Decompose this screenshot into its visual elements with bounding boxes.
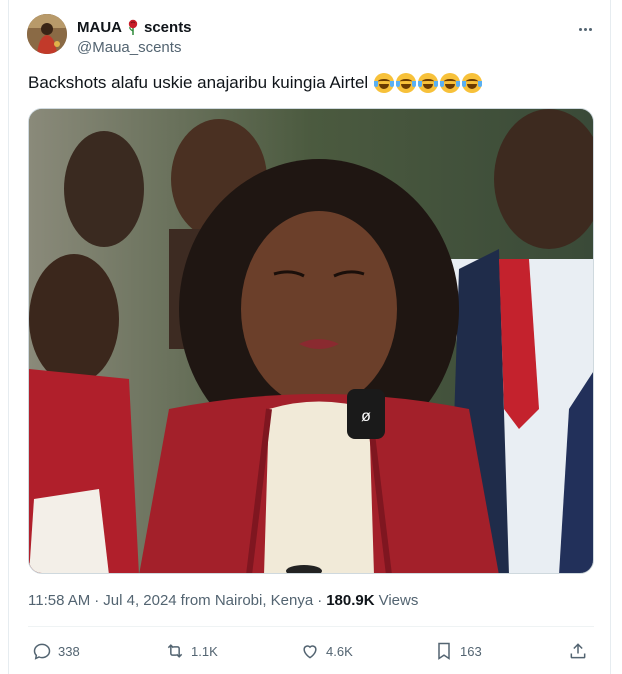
author-display-name[interactable]: MAUA	[77, 19, 122, 36]
avatar[interactable]	[27, 14, 67, 54]
mic-label: ø	[361, 408, 371, 425]
crying-laughing-cat-icon	[418, 73, 439, 93]
tweet-text-content: Backshots alafu uskie anajaribu kuingia …	[28, 73, 369, 92]
repost-count: 1.1K	[191, 643, 218, 659]
views-label: Views	[378, 592, 419, 609]
author-name-row[interactable]: MAUA scents	[77, 17, 192, 37]
tweet-meta: 11:58 AM · Jul 4, 2024 from Nairobi, Ken…	[28, 592, 418, 609]
crying-laughing-cat-icon	[440, 73, 461, 93]
share-button[interactable]	[568, 638, 588, 664]
tweet-location: from Nairobi, Kenya	[180, 592, 314, 609]
more-icon[interactable]	[572, 20, 598, 38]
crying-laughing-cat-icon	[462, 73, 483, 93]
emoji-group	[374, 73, 483, 93]
share-icon	[570, 643, 586, 659]
repost-button[interactable]: 1.1K	[165, 638, 218, 664]
reply-button[interactable]: 338	[32, 638, 80, 664]
like-icon	[303, 645, 317, 659]
tweet-header: MAUA scents @Maua_scents	[77, 17, 192, 57]
meta-separator: ·	[317, 592, 323, 609]
views-count: 180.9K	[326, 592, 375, 609]
actions-divider	[28, 626, 594, 627]
repost-icon	[167, 644, 183, 658]
meta-separator: ·	[94, 592, 100, 609]
tweet-actions: 338 1.1K 4.6K 163	[28, 638, 594, 664]
author-display-name-suffix[interactable]: scents	[144, 19, 192, 36]
tweet-date[interactable]: Jul 4, 2024	[103, 592, 176, 609]
tweet-text: Backshots alafu uskie anajaribu kuingia …	[28, 73, 483, 93]
video-media[interactable]: ø	[28, 108, 594, 574]
crying-laughing-cat-icon	[396, 73, 417, 93]
like-count: 4.6K	[326, 643, 353, 659]
author-handle[interactable]: @Maua_scents	[77, 39, 192, 56]
bookmark-icon	[438, 642, 450, 660]
bookmark-button[interactable]: 163	[434, 638, 482, 664]
reply-count: 338	[58, 643, 80, 659]
bookmark-count: 163	[460, 643, 482, 659]
rose-icon	[126, 19, 140, 35]
like-button[interactable]: 4.6K	[300, 638, 353, 664]
reply-icon	[33, 643, 51, 660]
tweet-time[interactable]: 11:58 AM	[28, 592, 90, 609]
crying-laughing-cat-icon	[374, 73, 395, 93]
